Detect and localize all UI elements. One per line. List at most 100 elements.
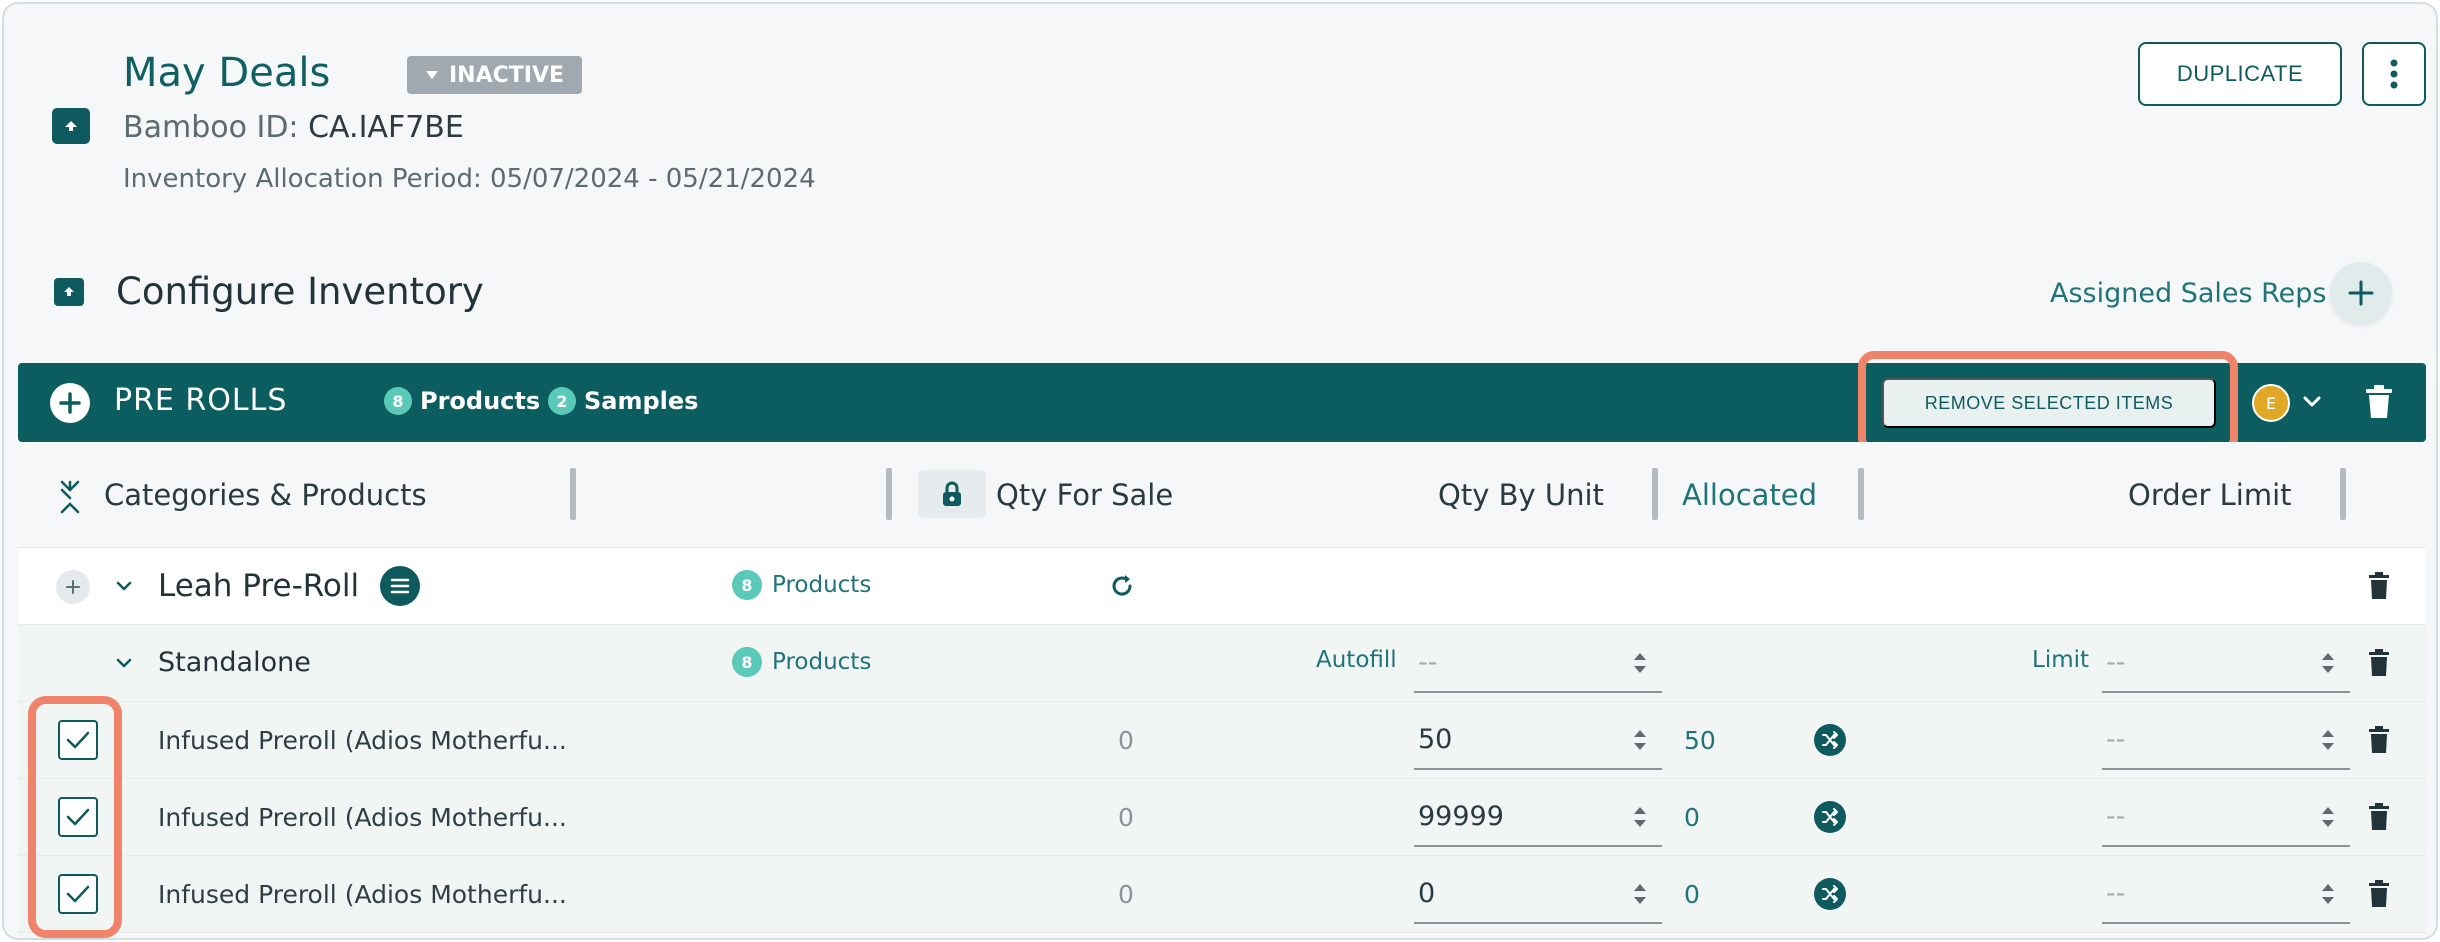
column-allocated: Allocated — [1682, 478, 1818, 512]
limit-input[interactable]: -- — [2102, 631, 2350, 693]
duplicate-button[interactable]: DUPLICATE — [2138, 42, 2342, 106]
limit-label: Limit — [2032, 647, 2090, 673]
column-categories: Categories & Products — [104, 478, 427, 512]
order-limit-input[interactable]: -- — [2102, 708, 2350, 770]
chevron-down-icon[interactable] — [114, 576, 134, 600]
plus-icon — [66, 580, 80, 594]
group-title: PRE ROLLS — [114, 383, 288, 418]
category-name: Leah Pre-Roll — [158, 568, 360, 604]
autofill-input[interactable]: -- — [1414, 631, 1662, 693]
chevron-down-icon[interactable] — [2300, 389, 2324, 417]
delete-row-icon[interactable] — [2368, 880, 2390, 912]
products-count-badge: 8 — [384, 387, 412, 415]
shuffle-icon[interactable] — [1814, 878, 1846, 910]
bamboo-id-label: Bamboo ID: — [123, 110, 299, 145]
bamboo-id: Bamboo ID: CA.IAF7BE — [123, 110, 464, 145]
column-divider[interactable] — [570, 468, 576, 520]
group-samples-count: 2 Samples — [548, 387, 698, 415]
order-limit-value: -- — [2106, 724, 2126, 755]
column-divider[interactable] — [2340, 468, 2346, 520]
allocated-value: 0 — [1684, 803, 1700, 832]
add-to-category-button[interactable] — [56, 570, 90, 604]
plus-icon — [59, 392, 81, 414]
table-row: Infused Preroll (Adios Motherfu... 0 50 … — [18, 702, 2426, 779]
qty-for-sale-value: 0 — [1118, 803, 1134, 832]
spinner-arrows-icon[interactable] — [2320, 649, 2336, 677]
deal-card: May Deals INACTIVE Bamboo ID: CA.IAF7BE … — [2, 2, 2438, 940]
count-label: Products — [772, 572, 872, 598]
column-divider[interactable] — [1858, 468, 1864, 520]
remove-selected-items-button[interactable]: REMOVE SELECTED ITEMS — [1882, 378, 2216, 428]
expand-group-button[interactable] — [50, 383, 90, 423]
order-limit-value: -- — [2106, 801, 2126, 832]
add-sales-rep-button[interactable] — [2330, 262, 2392, 324]
more-options-button[interactable] — [2362, 42, 2426, 106]
shuffle-icon[interactable] — [1814, 801, 1846, 833]
qty-by-unit-value: 50 — [1418, 724, 1453, 755]
category-products-count: 8 Products — [732, 570, 871, 600]
group-header-bar: PRE ROLLS 8 Products 2 Samples REMOVE SE… — [18, 351, 2426, 454]
subgroup-products-count: 8 Products — [732, 647, 871, 677]
column-qty-for-sale: Qty For Sale — [996, 478, 1174, 512]
kebab-menu-icon — [2390, 59, 2398, 89]
allocated-value: 50 — [1684, 726, 1716, 755]
spinner-arrows-icon[interactable] — [2320, 803, 2336, 831]
chevron-down-icon[interactable] — [114, 653, 134, 677]
count-badge: 8 — [732, 570, 762, 600]
order-limit-value: -- — [2106, 878, 2126, 909]
spinner-arrows-icon[interactable] — [1632, 726, 1648, 754]
lock-icon[interactable] — [918, 470, 986, 518]
highlight-frame — [28, 696, 122, 938]
assigned-sales-reps-link[interactable]: Assigned Sales Reps — [2050, 278, 2327, 309]
qty-by-unit-input[interactable]: 50 — [1414, 708, 1662, 770]
order-limit-input[interactable]: -- — [2102, 862, 2350, 924]
spinner-arrows-icon[interactable] — [2320, 726, 2336, 754]
avatar[interactable]: E — [2252, 384, 2290, 422]
column-divider[interactable] — [1652, 468, 1658, 520]
qty-by-unit-value: 99999 — [1418, 801, 1504, 832]
collapse-all-icon[interactable] — [58, 480, 82, 518]
status-label: INACTIVE — [449, 62, 565, 88]
refresh-icon[interactable] — [1108, 572, 1136, 604]
configure-inventory-title: Configure Inventory — [116, 270, 484, 313]
limit-value: -- — [2106, 647, 2126, 678]
category-row: Leah Pre-Roll 8 Products — [18, 548, 2426, 625]
table-row: Infused Preroll (Adios Motherfu... 0 999… — [18, 779, 2426, 856]
delete-group-icon[interactable] — [2364, 385, 2394, 423]
qty-by-unit-input[interactable]: 0 — [1414, 862, 1662, 924]
list-icon[interactable] — [380, 566, 420, 606]
product-name[interactable]: Infused Preroll (Adios Motherfu... — [158, 726, 567, 755]
qty-by-unit-input[interactable]: 99999 — [1414, 785, 1662, 847]
count-badge: 8 — [732, 647, 762, 677]
spinner-arrows-icon[interactable] — [1632, 803, 1648, 831]
product-name[interactable]: Infused Preroll (Adios Motherfu... — [158, 880, 567, 909]
period-value: 05/07/2024 - 05/21/2024 — [489, 164, 816, 194]
delete-row-icon[interactable] — [2368, 726, 2390, 758]
group-products-count: 8 Products — [384, 387, 540, 415]
status-badge[interactable]: INACTIVE — [407, 56, 583, 94]
inventory-box-icon — [52, 108, 90, 144]
plus-icon — [2348, 280, 2374, 306]
shuffle-icon[interactable] — [1814, 724, 1846, 756]
bamboo-id-value: CA.IAF7BE — [308, 110, 464, 145]
subgroup-row: Standalone 8 Products Autofill -- Limit … — [18, 625, 2426, 702]
column-divider[interactable] — [886, 468, 892, 520]
delete-category-icon[interactable] — [2368, 572, 2390, 604]
qty-for-sale-value: 0 — [1118, 880, 1134, 909]
samples-count-badge: 2 — [548, 387, 576, 415]
spinner-arrows-icon[interactable] — [1632, 880, 1648, 908]
samples-count-label: Samples — [584, 387, 699, 415]
delete-subgroup-icon[interactable] — [2368, 649, 2390, 681]
table-row: Infused Preroll (Adios Motherfu... 0 0 0… — [18, 856, 2426, 933]
column-order-limit: Order Limit — [2128, 478, 2292, 512]
spinner-arrows-icon[interactable] — [1632, 649, 1648, 677]
order-limit-input[interactable]: -- — [2102, 785, 2350, 847]
autofill-label: Autofill — [1316, 647, 1397, 673]
column-qty-by-unit: Qty By Unit — [1438, 478, 1604, 512]
qty-for-sale-value: 0 — [1118, 726, 1134, 755]
spinner-arrows-icon[interactable] — [2320, 880, 2336, 908]
product-name[interactable]: Infused Preroll (Adios Motherfu... — [158, 803, 567, 832]
delete-row-icon[interactable] — [2368, 803, 2390, 835]
caret-down-icon — [426, 71, 438, 79]
page-title: May Deals — [123, 50, 331, 96]
